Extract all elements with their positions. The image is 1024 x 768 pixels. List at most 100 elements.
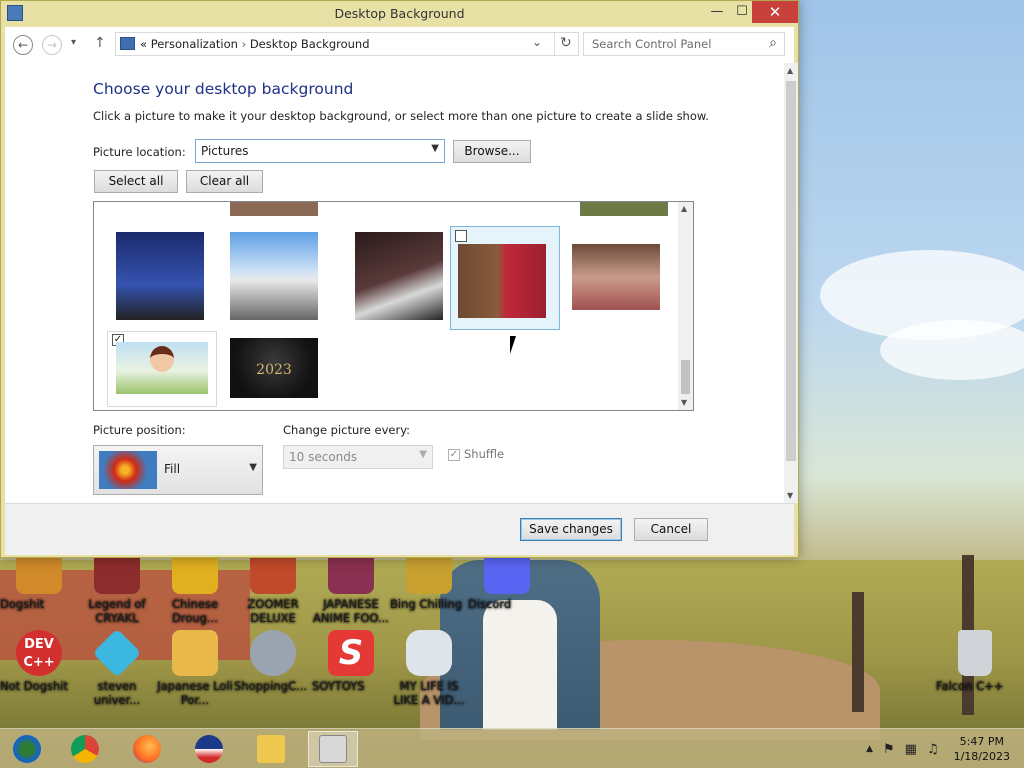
desktop-icon-steven-univer[interactable]: steven univer... bbox=[78, 628, 156, 707]
desktop-icon-japanese-loli-por[interactable]: Japanese Loli Por... bbox=[156, 630, 234, 707]
picture-thumbnail-selected[interactable] bbox=[450, 226, 560, 330]
scroll-up-icon[interactable]: ▲ bbox=[787, 66, 793, 75]
picture-thumbnail[interactable] bbox=[572, 244, 660, 310]
picture-grid: ✓ 2023 ▲ ▼ bbox=[93, 201, 694, 411]
picture-checkbox[interactable] bbox=[455, 230, 467, 242]
desktop-background-window: Desktop Background — ☐ ✕ ← → ▾ ↑ « Perso… bbox=[0, 0, 799, 558]
navigation-bar: ← → ▾ ↑ « Personalization › Desktop Back… bbox=[5, 27, 794, 63]
forward-button[interactable]: → bbox=[42, 35, 62, 55]
volume-icon[interactable]: ♫ bbox=[927, 742, 939, 757]
obama-logo-icon bbox=[195, 735, 223, 763]
refresh-button[interactable]: ↻ bbox=[560, 35, 572, 51]
recycle-bin-icon bbox=[958, 630, 992, 676]
clock[interactable]: 5:47 PM 1/18/2023 bbox=[954, 734, 1010, 764]
taskbar-obama[interactable] bbox=[184, 731, 234, 767]
picture-position-select[interactable]: Fill ▼ bbox=[93, 445, 263, 495]
up-button[interactable]: ↑ bbox=[94, 35, 106, 51]
picture-thumbnail[interactable] bbox=[230, 202, 318, 216]
chevron-down-icon: ▼ bbox=[419, 449, 427, 460]
content-scroll-thumb[interactable] bbox=[786, 81, 796, 461]
network-icon[interactable]: ▦ bbox=[905, 742, 917, 757]
flash-icon bbox=[250, 630, 296, 676]
picture-position-label: Picture position: bbox=[93, 423, 186, 437]
picture-location-select[interactable]: Pictures ▼ bbox=[195, 139, 445, 163]
picture-thumbnail[interactable] bbox=[355, 232, 443, 320]
mouse-cursor bbox=[510, 336, 522, 354]
folder-icon bbox=[257, 735, 285, 763]
desktop-icon-soytoys[interactable]: S SOYTOYS bbox=[312, 630, 390, 693]
soytoys-s-icon: S bbox=[328, 630, 374, 676]
cloud bbox=[880, 320, 1024, 380]
breadcrumb-desktop-background[interactable]: Desktop Background bbox=[250, 37, 370, 51]
picture-thumbnail[interactable] bbox=[580, 202, 668, 216]
select-all-button[interactable]: Select all bbox=[94, 170, 178, 193]
control-panel-icon bbox=[319, 735, 347, 763]
content-scrollbar[interactable]: ▲ ▼ bbox=[784, 63, 798, 503]
scroll-down-icon[interactable]: ▼ bbox=[787, 491, 793, 500]
breadcrumb-personalization[interactable]: Personalization bbox=[151, 37, 238, 51]
torii-gate-icon bbox=[172, 630, 218, 676]
taskbar-chrome[interactable] bbox=[60, 731, 110, 767]
firefox-icon bbox=[133, 735, 161, 763]
desktop-icon-not-dogshit[interactable]: DEV C++ Not Dogshit bbox=[0, 630, 78, 693]
desktop-icon-shoppingc[interactable]: ShoppingC... bbox=[234, 630, 312, 693]
grid-scroll-thumb[interactable] bbox=[681, 360, 690, 394]
taskbar-firefox[interactable] bbox=[122, 731, 172, 767]
page-description: Click a picture to make it your desktop … bbox=[93, 109, 709, 123]
minimize-button[interactable]: — bbox=[703, 1, 731, 23]
grid-scrollbar[interactable]: ▲ ▼ bbox=[678, 202, 693, 410]
change-picture-label: Change picture every: bbox=[283, 423, 411, 437]
action-center-flag-icon[interactable]: ⚑ bbox=[883, 742, 895, 757]
dialog-footer: Save changes Cancel bbox=[5, 503, 794, 555]
picture-thumbnail-checked[interactable]: ✓ bbox=[107, 331, 217, 407]
address-bar[interactable]: « Personalization › Desktop Background ⌄… bbox=[115, 32, 579, 56]
media-center-icon bbox=[13, 735, 41, 763]
picture-location-label: Picture location: bbox=[93, 145, 186, 159]
page-title: Choose your desktop background bbox=[93, 80, 354, 98]
close-button[interactable]: ✕ bbox=[752, 1, 798, 23]
content-area: Choose your desktop background Click a p… bbox=[5, 63, 798, 503]
save-changes-button[interactable]: Save changes bbox=[520, 518, 622, 541]
clear-all-button[interactable]: Clear all bbox=[186, 170, 263, 193]
scroll-down-icon[interactable]: ▼ bbox=[681, 398, 687, 407]
desktop-icon-my-life-is-like-a-vid[interactable]: MY LIFE IS LIKE A VID... bbox=[390, 630, 468, 707]
system-tray: ▲ ⚑ ▦ ♫ 5:47 PM 1/18/2023 bbox=[861, 729, 1024, 768]
position-preview-icon bbox=[99, 451, 157, 489]
cartoon-face bbox=[150, 346, 174, 372]
cancel-button[interactable]: Cancel bbox=[634, 518, 708, 541]
show-hidden-icons-button[interactable]: ▲ bbox=[866, 744, 873, 754]
gamepad-icon bbox=[406, 630, 452, 676]
change-picture-interval-select[interactable]: 10 seconds ▼ bbox=[283, 445, 433, 469]
shuffle-label: Shuffle bbox=[464, 447, 505, 461]
chevron-down-icon: ▼ bbox=[431, 143, 439, 154]
chevron-down-icon: ▼ bbox=[249, 462, 257, 473]
taskbar-file-explorer[interactable] bbox=[246, 731, 296, 767]
dev-cpp-icon: DEV C++ bbox=[16, 630, 62, 676]
shuffle-checkbox[interactable]: ✓ bbox=[448, 449, 460, 461]
browse-button[interactable]: Browse... bbox=[453, 140, 531, 163]
back-button[interactable]: ← bbox=[13, 35, 33, 55]
address-dropdown[interactable]: ⌄ bbox=[532, 35, 542, 49]
taskbar-control-panel[interactable] bbox=[308, 731, 358, 767]
cartoon-character-shirt bbox=[483, 600, 557, 730]
picture-thumbnail[interactable]: 2023 bbox=[230, 338, 318, 398]
control-panel-icon bbox=[120, 37, 135, 50]
diamond-icon bbox=[92, 628, 142, 678]
window-title: Desktop Background bbox=[334, 6, 465, 21]
taskbar-media-center[interactable] bbox=[2, 731, 52, 767]
desktop-icon-falcon-cpp[interactable]: Falcon C++ bbox=[936, 630, 1014, 693]
recent-locations-button[interactable]: ▾ bbox=[71, 37, 76, 48]
search-icon[interactable]: ⌕ bbox=[769, 35, 777, 51]
search-input[interactable]: Search Control Panel ⌕ bbox=[583, 32, 785, 56]
fence-post bbox=[852, 592, 864, 712]
chrome-icon bbox=[71, 735, 99, 763]
scroll-up-icon[interactable]: ▲ bbox=[681, 204, 687, 213]
picture-image bbox=[458, 244, 546, 318]
taskbar: ▲ ⚑ ▦ ♫ 5:47 PM 1/18/2023 bbox=[0, 728, 1024, 768]
title-bar[interactable]: Desktop Background — ☐ ✕ bbox=[1, 1, 798, 27]
picture-image bbox=[116, 342, 208, 394]
divider bbox=[554, 33, 555, 55]
picture-thumbnail[interactable] bbox=[230, 232, 318, 320]
clock-date: 1/18/2023 bbox=[953, 750, 1010, 763]
picture-thumbnail[interactable] bbox=[116, 232, 204, 320]
